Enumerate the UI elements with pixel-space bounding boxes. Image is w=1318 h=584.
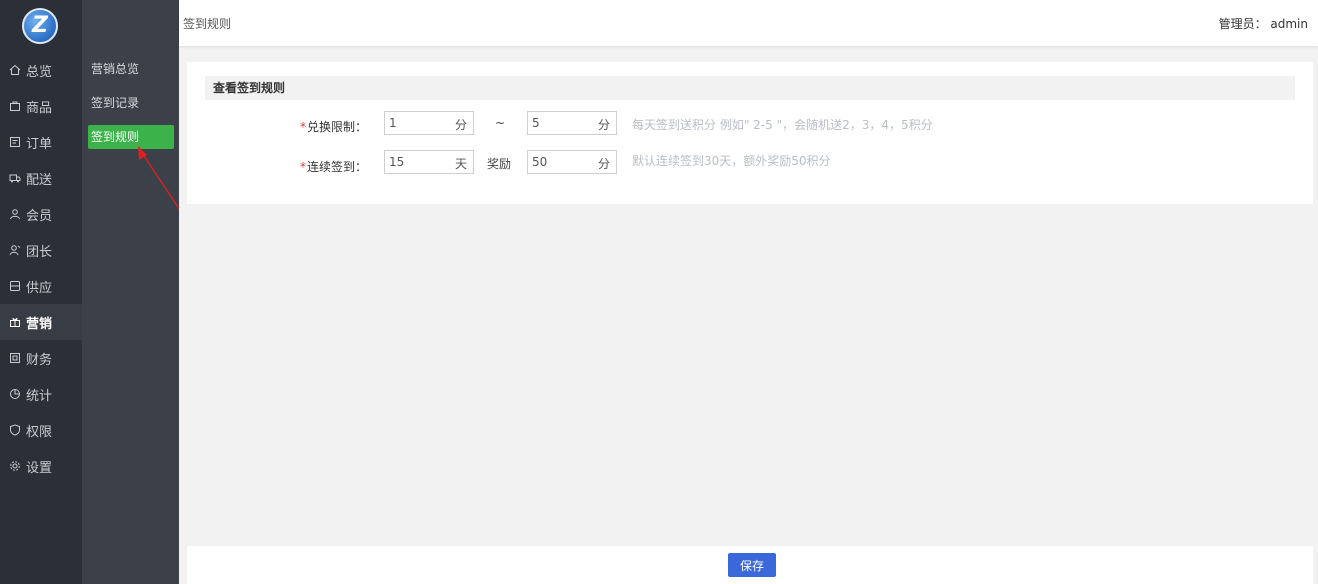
gear-icon (9, 460, 21, 472)
secondary-sidebar: 营销总览 签到记录 签到规则 (82, 0, 179, 584)
chart-icon (9, 388, 21, 400)
nav-item-label: 财务 (26, 352, 53, 368)
streak-text: 连续签到： (306, 160, 367, 174)
reward-label: 奖励 (487, 157, 512, 171)
secondary-nav: 营销总览 签到记录 签到规则 (88, 57, 174, 159)
finance-icon (9, 352, 21, 364)
primary-sidebar: Z 总览 商品 订单 配送 会员 团长 供应 营销 财务 统计 权限 设置 (0, 0, 82, 584)
breadcrumb: 签到规则 (183, 17, 232, 31)
footer-bar: 保存 (187, 546, 1313, 584)
nav-item-finance[interactable]: 财务 (0, 340, 82, 376)
section-title: 查看签到规则 (205, 76, 1295, 100)
nav-item-label: 权限 (26, 424, 53, 440)
leader-icon (9, 244, 21, 256)
unit-label: 天 (454, 157, 467, 171)
exchange-limit-text: 兑换限制： (306, 120, 367, 134)
streak-hint: 默认连续签到30天，额外奖励50积分 (632, 154, 831, 168)
nav-item-label: 供应 (26, 280, 53, 296)
shield-icon (9, 424, 21, 436)
required-mark: * (299, 120, 306, 134)
nav-item-marketing[interactable]: 营销 (0, 304, 82, 340)
range-separator: ~ (495, 116, 506, 130)
exchange-max-input[interactable] (528, 112, 588, 134)
main-area: 签到规则 管理员： admin 查看签到规则 *兑换限制： 分 ~ 分 每天签到… (179, 0, 1318, 584)
unit-label: 分 (597, 157, 610, 171)
streak-points-field[interactable]: 分 (527, 150, 617, 174)
nav-item-label: 商品 (26, 100, 53, 116)
nav-item-label: 营销 (26, 316, 53, 332)
nav-item-members[interactable]: 会员 (0, 196, 82, 232)
logo-letter: Z (32, 13, 48, 38)
nav-item-delivery[interactable]: 配送 (0, 160, 82, 196)
nav-item-permissions[interactable]: 权限 (0, 412, 82, 448)
unit-label: 分 (597, 118, 610, 132)
exchange-max-field[interactable]: 分 (527, 111, 617, 135)
nav-item-overview[interactable]: 总览 (0, 52, 82, 88)
subnav-item-checkin-records[interactable]: 签到记录 (88, 91, 174, 115)
subnav-item-marketing-overview[interactable]: 营销总览 (88, 57, 174, 81)
user-label[interactable]: 管理员： admin (1219, 15, 1308, 32)
primary-nav: 总览 商品 订单 配送 会员 团长 供应 营销 财务 统计 权限 设置 (0, 52, 82, 484)
logo-icon[interactable]: Z (22, 8, 58, 44)
nav-item-label: 订单 (26, 136, 53, 152)
nav-item-settings[interactable]: 设置 (0, 448, 82, 484)
nav-item-label: 会员 (26, 208, 53, 224)
member-icon (9, 208, 21, 220)
unit-label: 分 (454, 118, 467, 132)
top-bar: 签到规则 管理员： admin (179, 0, 1318, 46)
exchange-hint: 每天签到送积分 例如" 2-5 "，会随机送2，3，4，5积分 (632, 118, 933, 132)
streak-days-field[interactable]: 天 (384, 150, 474, 174)
streak-days-input[interactable] (385, 151, 445, 173)
delivery-icon (9, 172, 21, 184)
required-mark: * (299, 160, 306, 174)
nav-item-label: 团长 (26, 244, 53, 260)
streak-label: *连续签到： (247, 158, 367, 175)
subnav-item-checkin-rules[interactable]: 签到规则 (88, 125, 174, 149)
streak-points-input[interactable] (528, 151, 588, 173)
nav-item-label: 设置 (26, 460, 53, 476)
nav-item-goods[interactable]: 商品 (0, 88, 82, 124)
supply-icon (9, 280, 21, 292)
exchange-min-field[interactable]: 分 (384, 111, 474, 135)
nav-item-orders[interactable]: 订单 (0, 124, 82, 160)
rule-card: 查看签到规则 *兑换限制： 分 ~ 分 每天签到送积分 例如" 2-5 "，会随… (187, 62, 1313, 204)
nav-item-label: 统计 (26, 388, 53, 404)
save-button[interactable]: 保存 (728, 553, 776, 577)
gift-icon (9, 316, 21, 328)
nav-item-supply[interactable]: 供应 (0, 268, 82, 304)
home-icon (9, 64, 21, 76)
order-icon (9, 136, 21, 148)
nav-item-leaders[interactable]: 团长 (0, 232, 82, 268)
exchange-limit-label: *兑换限制： (247, 118, 367, 135)
nav-item-label: 配送 (26, 172, 53, 188)
goods-icon (9, 100, 21, 112)
nav-item-label: 总览 (26, 64, 53, 80)
exchange-min-input[interactable] (385, 112, 445, 134)
nav-item-stats[interactable]: 统计 (0, 376, 82, 412)
